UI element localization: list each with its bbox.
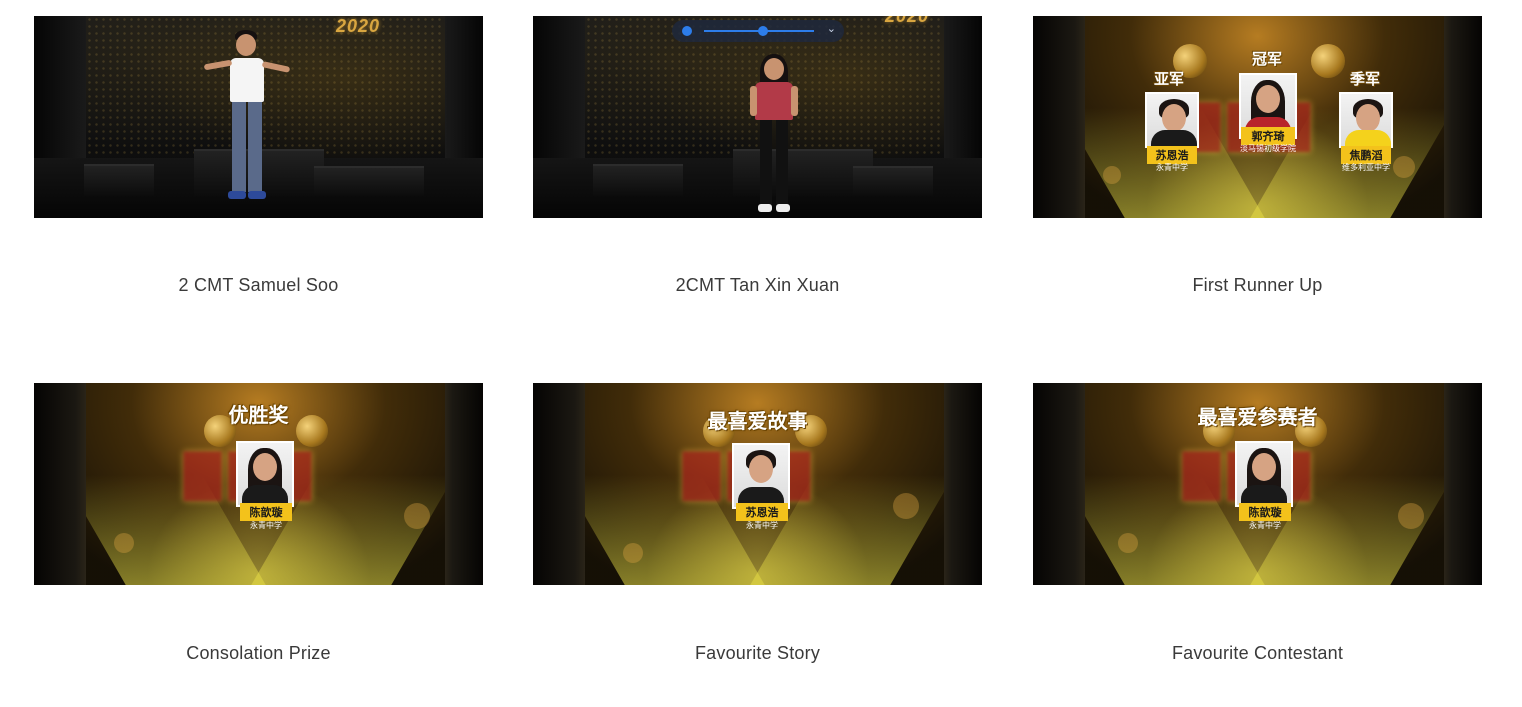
video-player-controls[interactable]: ⌄	[672, 20, 844, 42]
winner-photo	[1235, 441, 1293, 507]
video-thumbnail[interactable]: ▇▇▇ 最喜爱故事 苏恩浩 永青中学	[533, 383, 982, 585]
video-caption[interactable]: Favourite Contestant	[1033, 643, 1482, 664]
video-card[interactable]: ▇▇▇ 最喜爱故事 苏恩浩 永青中学 Favourite Story	[533, 383, 982, 663]
chevron-down-icon[interactable]: ⌄	[827, 22, 836, 35]
winner-photo	[1339, 92, 1393, 148]
video-thumbnail[interactable]: 2020	[34, 16, 483, 218]
award-title: 最喜爱故事	[707, 409, 808, 433]
winner-name: 苏恩浩	[736, 503, 788, 521]
video-card[interactable]: ▇▇▇ 最喜爱参赛者 陈歆璇 永青中学 Favourite Contestant	[1033, 383, 1482, 663]
video-card[interactable]: 2020 2 CMT Samuel Soo	[34, 16, 483, 295]
winner-school: 永青中学	[1249, 521, 1281, 530]
winner-name: 陈歆璇	[240, 503, 292, 521]
video-caption[interactable]: Favourite Story	[533, 643, 982, 664]
video-thumbnail[interactable]: 2020 ⌄	[533, 16, 982, 218]
winner-photo	[1145, 92, 1199, 148]
winner-school: 维多利亚中学	[1342, 163, 1390, 172]
video-gallery: 2020 2 CMT Samuel Soo 2020 ⌄ 2CMT Tan Xi…	[0, 0, 1522, 707]
seek-handle[interactable]	[758, 26, 768, 36]
video-caption[interactable]: Consolation Prize	[34, 643, 483, 664]
award-title: 优胜奖	[228, 403, 289, 427]
award-title: 最喜爱参赛者	[1197, 405, 1318, 429]
winner-name: 陈歆璇	[1239, 503, 1291, 521]
play-icon[interactable]	[682, 26, 692, 36]
winner-school: 永青中学	[1156, 163, 1188, 172]
stage-year-text: 2020	[336, 16, 381, 36]
video-card[interactable]: 2020 ⌄ 2CMT Tan Xin Xuan	[533, 16, 982, 295]
video-thumbnail[interactable]: ▇▇▇ 最喜爱参赛者 陈歆璇 永青中学	[1033, 383, 1482, 585]
video-caption[interactable]: 2CMT Tan Xin Xuan	[533, 275, 982, 296]
rank-label: 亚军	[1154, 70, 1185, 88]
video-card[interactable]: ▇▇▇ 冠军 郭齐琦 淡马锡初级学院 亚军 苏恩浩 永青中学 季军 焦鹏滔 维多…	[1033, 16, 1482, 295]
video-thumbnail[interactable]: ▇▇▇ 优胜奖 陈歆璇 永青中学	[34, 383, 483, 585]
winner-school: 淡马锡初级学院	[1240, 144, 1296, 153]
winner-photo	[732, 443, 790, 509]
rank-label: 季军	[1350, 70, 1381, 88]
stage-year-text: 2020	[885, 16, 930, 26]
video-caption[interactable]: First Runner Up	[1033, 275, 1482, 296]
video-caption[interactable]: 2 CMT Samuel Soo	[34, 275, 483, 296]
video-card[interactable]: ▇▇▇ 优胜奖 陈歆璇 永青中学 Consolation Prize	[34, 383, 483, 663]
winner-school: 永青中学	[746, 521, 778, 530]
winner-school: 永青中学	[250, 521, 282, 530]
rank-label: 冠军	[1252, 50, 1283, 68]
video-thumbnail[interactable]: ▇▇▇ 冠军 郭齐琦 淡马锡初级学院 亚军 苏恩浩 永青中学 季军 焦鹏滔 维多…	[1033, 16, 1482, 218]
winner-photo	[236, 441, 294, 507]
